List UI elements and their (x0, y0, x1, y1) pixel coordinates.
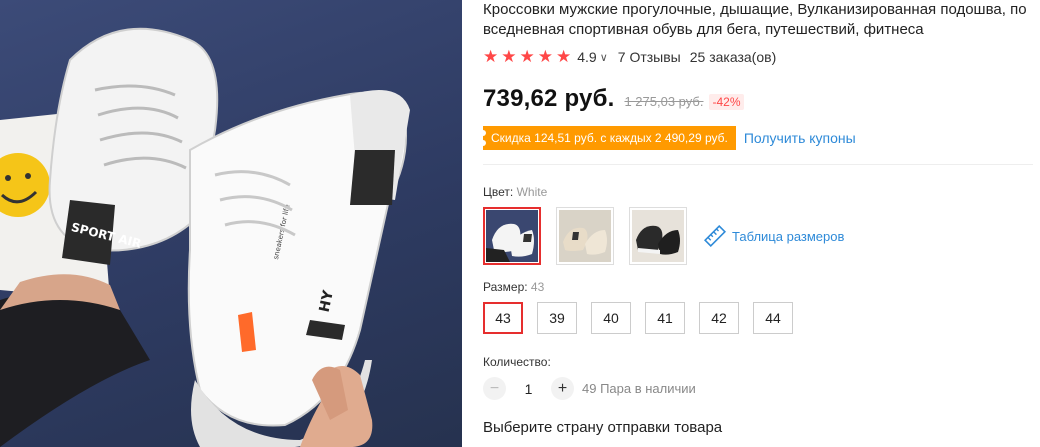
product-main-image[interactable]: SPORT AIR HY sneakers for life (0, 0, 462, 447)
shoe-thumbnail (632, 210, 684, 262)
orders-count: 25 заказа(ов) (689, 49, 777, 65)
size-chart-label: Таблица размеров (732, 228, 845, 244)
star-icon: ★ (556, 47, 572, 66)
price-row: 739,62 руб. 1 275,03 руб. -42% (483, 84, 744, 114)
old-price: 1 275,03 руб. (624, 94, 704, 109)
color-swatch-white[interactable] (483, 207, 541, 265)
color-label-text: Цвет: (483, 185, 514, 199)
rating-value[interactable]: 4.9 (577, 49, 596, 65)
color-swatches: Таблица размеров (483, 207, 844, 265)
size-selected: 43 (530, 280, 545, 294)
divider (483, 164, 1033, 165)
size-option-41[interactable]: 41 (645, 302, 685, 334)
size-options: 43 39 40 41 42 44 (483, 302, 793, 334)
star-icon: ★ (483, 47, 499, 66)
product-info-panel: Кроссовки мужские прогулочные, дышащие, … (480, 0, 1033, 447)
ruler-icon (704, 225, 726, 247)
size-option-39[interactable]: 39 (537, 302, 577, 334)
discount-badge: -42% (709, 94, 744, 110)
shoe-thumbnail (559, 210, 611, 262)
stock-count: 49 Пара в наличии (582, 381, 696, 396)
size-label: Размер: 43 (483, 280, 544, 294)
rating-row: ★ ★ ★ ★ ★ 4.9 ∨ 7 Отзывы 25 заказа(ов) (483, 46, 776, 68)
star-icon: ★ (519, 47, 535, 66)
quantity-stepper: − 1 + 49 Пара в наличии (483, 377, 696, 400)
color-swatch-beige[interactable] (556, 207, 614, 265)
product-title: Кроссовки мужские прогулочные, дышащие, … (483, 1, 1027, 38)
size-option-40[interactable]: 40 (591, 302, 631, 334)
chevron-down-icon[interactable]: ∨ (600, 51, 608, 64)
color-selected: White (516, 185, 548, 199)
size-label-text: Размер: (483, 280, 528, 294)
get-coupons-link[interactable]: Получить купоны (744, 130, 856, 146)
size-chart-link[interactable]: Таблица размеров (704, 225, 844, 247)
size-option-43[interactable]: 43 (483, 302, 523, 334)
shoe-thumbnail (486, 210, 538, 262)
size-option-44[interactable]: 44 (753, 302, 793, 334)
current-price: 739,62 руб. (483, 85, 615, 112)
shipping-country-prompt[interactable]: Выберите страну отправки товара (483, 419, 722, 436)
star-icon: ★ (501, 47, 517, 66)
quantity-decrease-button[interactable]: − (483, 377, 506, 400)
star-icon: ★ (537, 47, 553, 66)
color-swatch-black[interactable] (629, 207, 687, 265)
quantity-value[interactable]: 1 (506, 381, 551, 397)
quantity-increase-button[interactable]: + (551, 377, 574, 400)
size-option-42[interactable]: 42 (699, 302, 739, 334)
coupon-row: Скидка 124,51 руб. с каждых 2 490,29 руб… (480, 126, 856, 150)
reviews-link[interactable]: 7 Отзывы (618, 49, 681, 65)
coupon-tag[interactable]: Скидка 124,51 руб. с каждых 2 490,29 руб… (480, 126, 736, 150)
quantity-label: Количество: (483, 355, 551, 369)
rating-stars[interactable]: ★ ★ ★ ★ ★ (483, 48, 571, 66)
color-label: Цвет: White (483, 185, 547, 199)
sneaker-photo: SPORT AIR HY sneakers for life (0, 27, 410, 447)
